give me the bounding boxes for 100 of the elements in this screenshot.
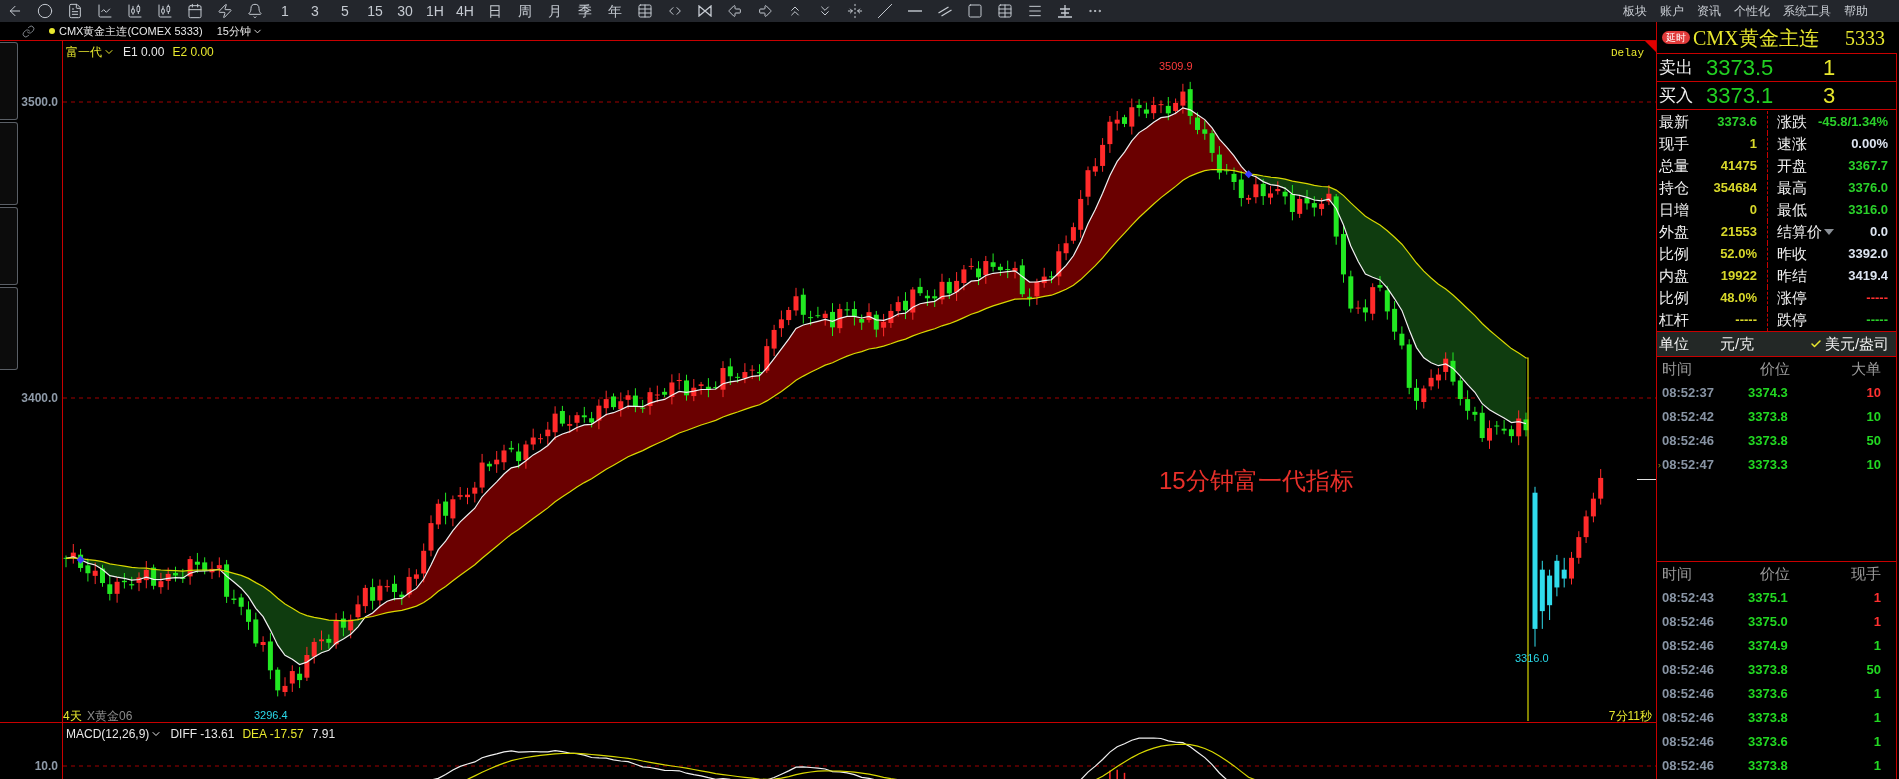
caret-icon[interactable]: [1824, 229, 1834, 235]
side-tab[interactable]: [0, 287, 18, 370]
time-cell-text: 08:52:42: [1662, 408, 1716, 427]
order-size: 1: [1823, 54, 1836, 82]
stat-value: 3419.4: [1848, 267, 1888, 286]
order-price: 3373.5: [1706, 54, 1775, 82]
lines-icon: [1027, 3, 1043, 19]
macd-dropdown[interactable]: MACD(12,26,9): [66, 725, 163, 743]
delay-badge: 延时: [1662, 31, 1690, 44]
horizontal-line-icon: [908, 10, 922, 12]
period-button[interactable]: 1: [270, 0, 300, 22]
stat-label: 最高: [1777, 177, 1807, 198]
column-header: 时间: [1661, 358, 1693, 379]
volume-cell-text: 1: [1873, 685, 1882, 704]
time-cell-text: 08:52:46: [1662, 661, 1716, 680]
order-price: 3373.1: [1706, 82, 1775, 110]
lightning-icon: [217, 3, 233, 19]
high-price-label: 3509.9: [1159, 59, 1193, 74]
stat-label: 最低: [1777, 199, 1807, 220]
symbol-label: CMX黄金主连(COMEX 5333): [59, 23, 203, 39]
menu-item[interactable]: 板块: [1623, 2, 1647, 20]
macd-value: DIFF -13.61: [170, 726, 235, 743]
volume-cell-text: 10: [1866, 408, 1882, 427]
baseline-icon: [1058, 4, 1072, 18]
period-button[interactable]: 1H: [420, 0, 450, 22]
column-header: 价位: [1760, 358, 1790, 379]
period-button[interactable]: 15: [360, 0, 390, 22]
price-cell-text: 3373.8: [1748, 408, 1788, 427]
period-button[interactable]: 日: [480, 0, 510, 22]
rising-candle: [1598, 468, 1604, 506]
stat-value: 3376.0: [1848, 179, 1888, 198]
stat-value: 52.0%: [1720, 245, 1757, 264]
table-icon: [637, 3, 653, 19]
column-header: 价位: [1760, 563, 1790, 584]
stat-label: 比例: [1659, 287, 1689, 308]
back-arrow-icon: [7, 3, 23, 19]
side-tab[interactable]: [0, 42, 18, 120]
price-cell-text: 3375.0: [1748, 613, 1788, 632]
menu-item[interactable]: 账户: [1660, 2, 1684, 20]
time-cell-text: 08:52:46: [1662, 685, 1716, 704]
unit-option[interactable]: 美元/盎司: [1810, 332, 1890, 356]
stat-value: 3392.0: [1848, 245, 1888, 264]
stat-label: 日增: [1659, 199, 1689, 220]
unit-option[interactable]: 元/克: [1720, 332, 1810, 356]
stat-label: 昨结: [1777, 265, 1807, 286]
column-header: 时间: [1661, 563, 1693, 584]
rising-candle: [1569, 551, 1574, 585]
stat-value: -----: [1866, 311, 1888, 330]
side-tab[interactable]: [0, 122, 18, 205]
period-button[interactable]: 月: [540, 0, 570, 22]
volume-cell-text: 1: [1873, 757, 1882, 776]
stat-label: 涨停: [1777, 287, 1807, 308]
arrow-right-icon: [757, 3, 773, 19]
stat-value: 19922: [1720, 267, 1757, 286]
unit-label: 单位: [1658, 333, 1690, 354]
period-button[interactable]: 4H: [450, 0, 480, 22]
volume-cell-text: 50: [1866, 432, 1882, 451]
order-side-label: 卖出: [1658, 56, 1694, 79]
stat-label: 结算价: [1777, 221, 1822, 242]
period-button[interactable]: 年: [600, 0, 630, 22]
period-button[interactable]: 3: [300, 0, 330, 22]
period-button[interactable]: 30: [390, 0, 420, 22]
stat-value: 41475: [1720, 157, 1757, 176]
menu-item[interactable]: 系统工具: [1783, 2, 1831, 20]
menu-item[interactable]: 帮助: [1844, 2, 1868, 20]
session-low-label: 3316.0: [1515, 651, 1549, 666]
price-cell-text: 3375.1: [1748, 589, 1788, 608]
macd-axis-label: 10.0: [34, 759, 58, 773]
column-header: 大单: [1851, 358, 1882, 379]
menu-item[interactable]: 资讯: [1697, 2, 1721, 20]
days-label: 4天: [63, 708, 82, 725]
stat-label: 外盘: [1659, 221, 1689, 242]
diamond-marker-icon: [76, 555, 85, 564]
price-cell-text: 3373.8: [1748, 432, 1788, 451]
period-button[interactable]: 5: [330, 0, 360, 22]
order-size: 3: [1823, 82, 1836, 110]
menu-item[interactable]: 个性化: [1734, 2, 1770, 20]
document-icon: [67, 3, 83, 19]
slash-icon: [877, 3, 893, 19]
stat-value: 0.00%: [1851, 135, 1888, 154]
indicator-dropdown[interactable]: 富一代: [66, 43, 115, 61]
quote-code: 5333: [1845, 25, 1885, 51]
period-button[interactable]: 季: [570, 0, 600, 22]
diamond-marker-icon: [1244, 170, 1253, 179]
rectangle-icon: [967, 3, 983, 19]
delay-label: Delay: [1611, 46, 1644, 61]
period-button[interactable]: 周: [510, 0, 540, 22]
indicator-value: E1 0.00: [123, 44, 165, 61]
volume-cell-text: 50: [1866, 661, 1882, 680]
stat-value: 3316.0: [1848, 201, 1888, 220]
stat-label: 最新: [1659, 111, 1689, 132]
period-dropdown[interactable]: 15分钟: [216, 22, 263, 40]
price-cell-text: 3373.3: [1748, 456, 1788, 475]
macd-value: 7.91: [311, 726, 336, 743]
indicator-value: E2 0.00: [172, 44, 214, 61]
link-icon[interactable]: [22, 24, 35, 38]
volume-cell-text: 1: [1873, 613, 1882, 632]
side-tab[interactable]: [0, 207, 18, 285]
arrow-left-icon: [727, 3, 743, 19]
stat-value: -----: [1735, 311, 1757, 330]
